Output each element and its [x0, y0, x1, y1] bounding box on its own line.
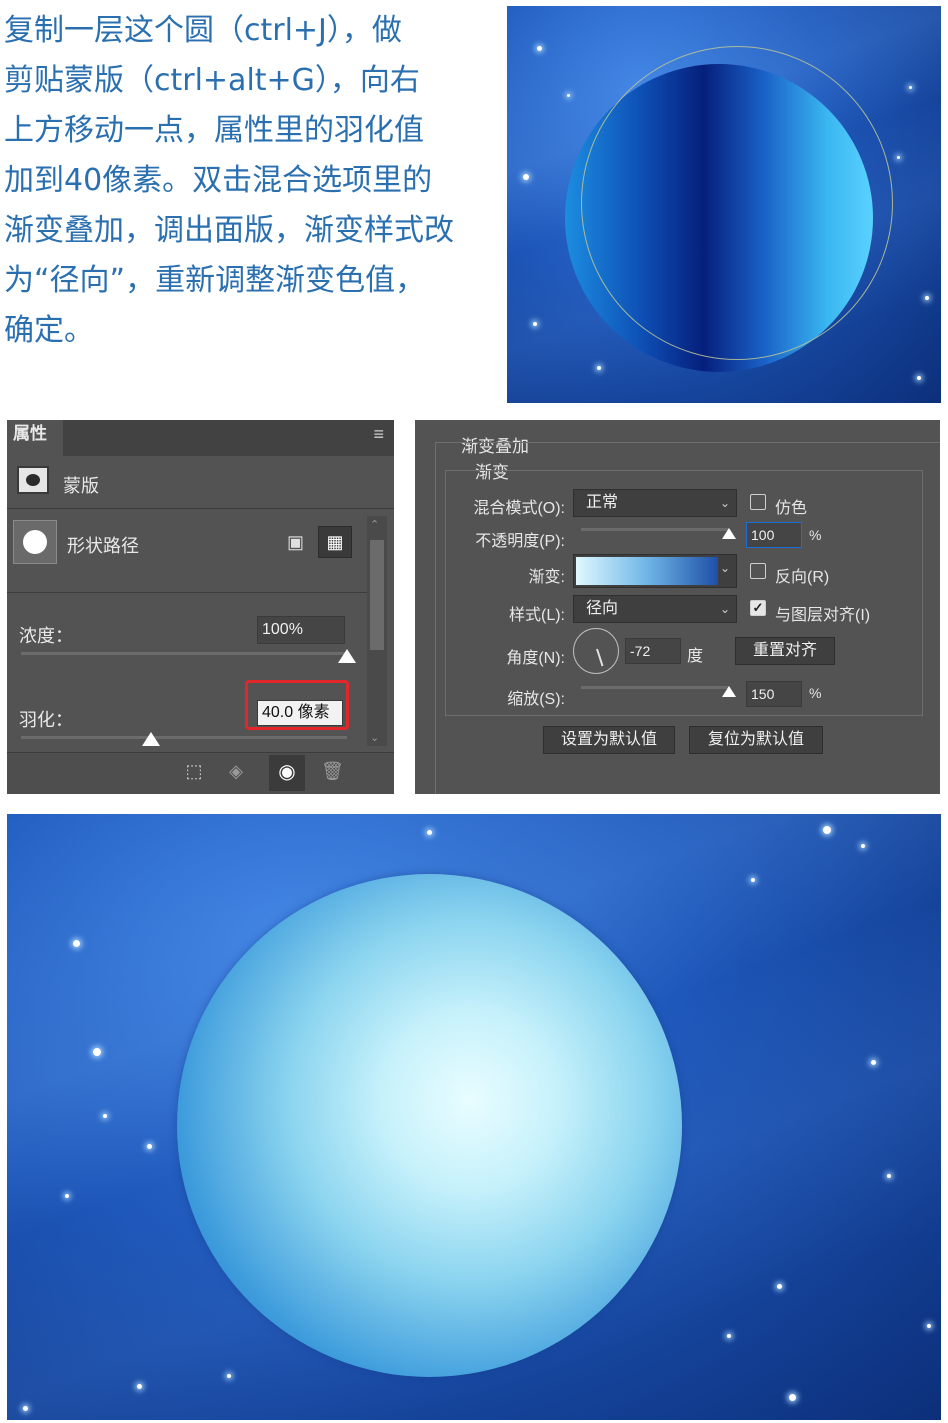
gradient-overlay-dialog: 渐变叠加 渐变 混合模式(O): 正常 ⌄ 仿色 不透明度(P): 100 % …	[415, 420, 940, 794]
shape-path-label: 形状路径	[67, 536, 139, 556]
chevron-down-icon[interactable]: ⌄	[720, 561, 730, 575]
blend-mode-select[interactable]: 正常 ⌄	[573, 489, 737, 517]
chevron-down-icon: ⌄	[719, 602, 730, 616]
properties-panel: 属性 ≡ 蒙版 形状路径 ▣ ▦ ⌃ ⌄ 浓度： 100% 羽化： 40.0 像…	[7, 420, 394, 794]
density-input[interactable]: 100%	[257, 616, 345, 644]
gradient-picker[interactable]: ⌄	[573, 554, 737, 588]
style-label: 样式(L):	[508, 607, 565, 624]
angle-unit: 度	[687, 648, 704, 665]
feather-slider[interactable]	[21, 736, 347, 739]
vector-mask-icon[interactable]: ▦	[318, 526, 352, 558]
mask-label: 蒙版	[63, 476, 99, 496]
gradient-swatch[interactable]	[576, 557, 718, 585]
scale-slider-thumb[interactable]	[722, 686, 736, 697]
instruction-line: 复制一层这个圆（ctrl+J），做	[4, 13, 402, 48]
align-with-layer-checkbox[interactable]: ✓	[750, 600, 766, 616]
angle-input[interactable]: -72	[625, 638, 681, 664]
chevron-down-icon: ⌄	[719, 496, 730, 510]
trash-icon[interactable]: 🗑	[321, 761, 344, 783]
mask-icon[interactable]	[17, 466, 49, 494]
feather-label: 羽化：	[19, 710, 73, 730]
density-label: 浓度：	[19, 626, 73, 646]
instruction-line: 确定。	[4, 313, 94, 348]
density-slider-thumb[interactable]	[338, 649, 356, 663]
instruction-line: 剪贴蒙版（ctrl+alt+G），向右	[4, 63, 420, 98]
opacity-unit: %	[809, 527, 822, 543]
instruction-line: 渐变叠加，调出面版，渐变样式改	[4, 213, 454, 248]
style-value: 径向	[586, 600, 619, 617]
canvas-preview-top	[507, 6, 941, 403]
instruction-line: 上方移动一点，属性里的羽化值	[4, 113, 424, 148]
angle-label: 角度(N):	[506, 650, 565, 667]
opacity-input[interactable]: 100	[746, 522, 802, 548]
opacity-slider[interactable]	[581, 528, 729, 531]
canvas-result	[7, 814, 941, 1420]
scale-unit: %	[809, 685, 822, 701]
reverse-checkbox[interactable]	[750, 563, 766, 579]
instruction-text: 复制一层这个圆（ctrl+J），做 剪贴蒙版（ctrl+alt+G），向右 上方…	[4, 6, 494, 356]
opacity-label: 不透明度(P):	[475, 533, 565, 550]
scale-input[interactable]: 150	[746, 681, 802, 707]
add-mask-icon[interactable]: ▣	[287, 532, 309, 552]
reverse-label: 反向(R)	[775, 569, 830, 586]
tab-properties[interactable]: 属性	[7, 420, 63, 456]
opacity-slider-thumb[interactable]	[722, 528, 736, 539]
feather-slider-thumb[interactable]	[142, 732, 161, 746]
scale-slider[interactable]	[581, 686, 729, 689]
density-slider[interactable]	[21, 652, 347, 655]
dither-checkbox[interactable]	[750, 494, 766, 510]
style-select[interactable]: 径向 ⌄	[573, 595, 737, 623]
panel-footer: ⬚ ◈ ◉ 🗑	[7, 753, 394, 794]
finished-sphere	[177, 874, 682, 1377]
panel-tab-bar: 属性 ≡	[7, 420, 394, 456]
set-default-button[interactable]: 设置为默认值	[543, 726, 675, 754]
apply-mask-icon[interactable]: ◈	[225, 761, 247, 783]
feather-input[interactable]: 40.0 像素	[257, 700, 343, 726]
angle-dial[interactable]	[573, 628, 619, 674]
shape-path-thumbnail[interactable]	[13, 520, 57, 564]
instruction-line: 加到40像素。双击混合选项里的	[4, 163, 433, 198]
dither-label: 仿色	[775, 500, 808, 517]
scale-label: 缩放(S):	[507, 691, 565, 708]
panel-scrollbar[interactable]: ⌃ ⌄	[367, 516, 387, 746]
gradient-label: 渐变:	[528, 569, 565, 586]
select-mask-icon[interactable]: ⬚	[183, 761, 205, 783]
blend-mode-label: 混合模式(O):	[473, 500, 565, 517]
reset-alignment-button[interactable]: 重置对齐	[735, 637, 835, 665]
instruction-line: 为“径向”，重新调整渐变色值，	[4, 263, 426, 298]
blend-mode-value: 正常	[586, 494, 619, 511]
visibility-eye-icon[interactable]: ◉	[269, 755, 305, 791]
panel-menu-icon[interactable]: ≡	[373, 424, 384, 445]
reset-default-button[interactable]: 复位为默认值	[689, 726, 823, 754]
copy-circle-outline	[581, 46, 893, 360]
align-with-layer-label: 与图层对齐(I)	[775, 607, 871, 624]
